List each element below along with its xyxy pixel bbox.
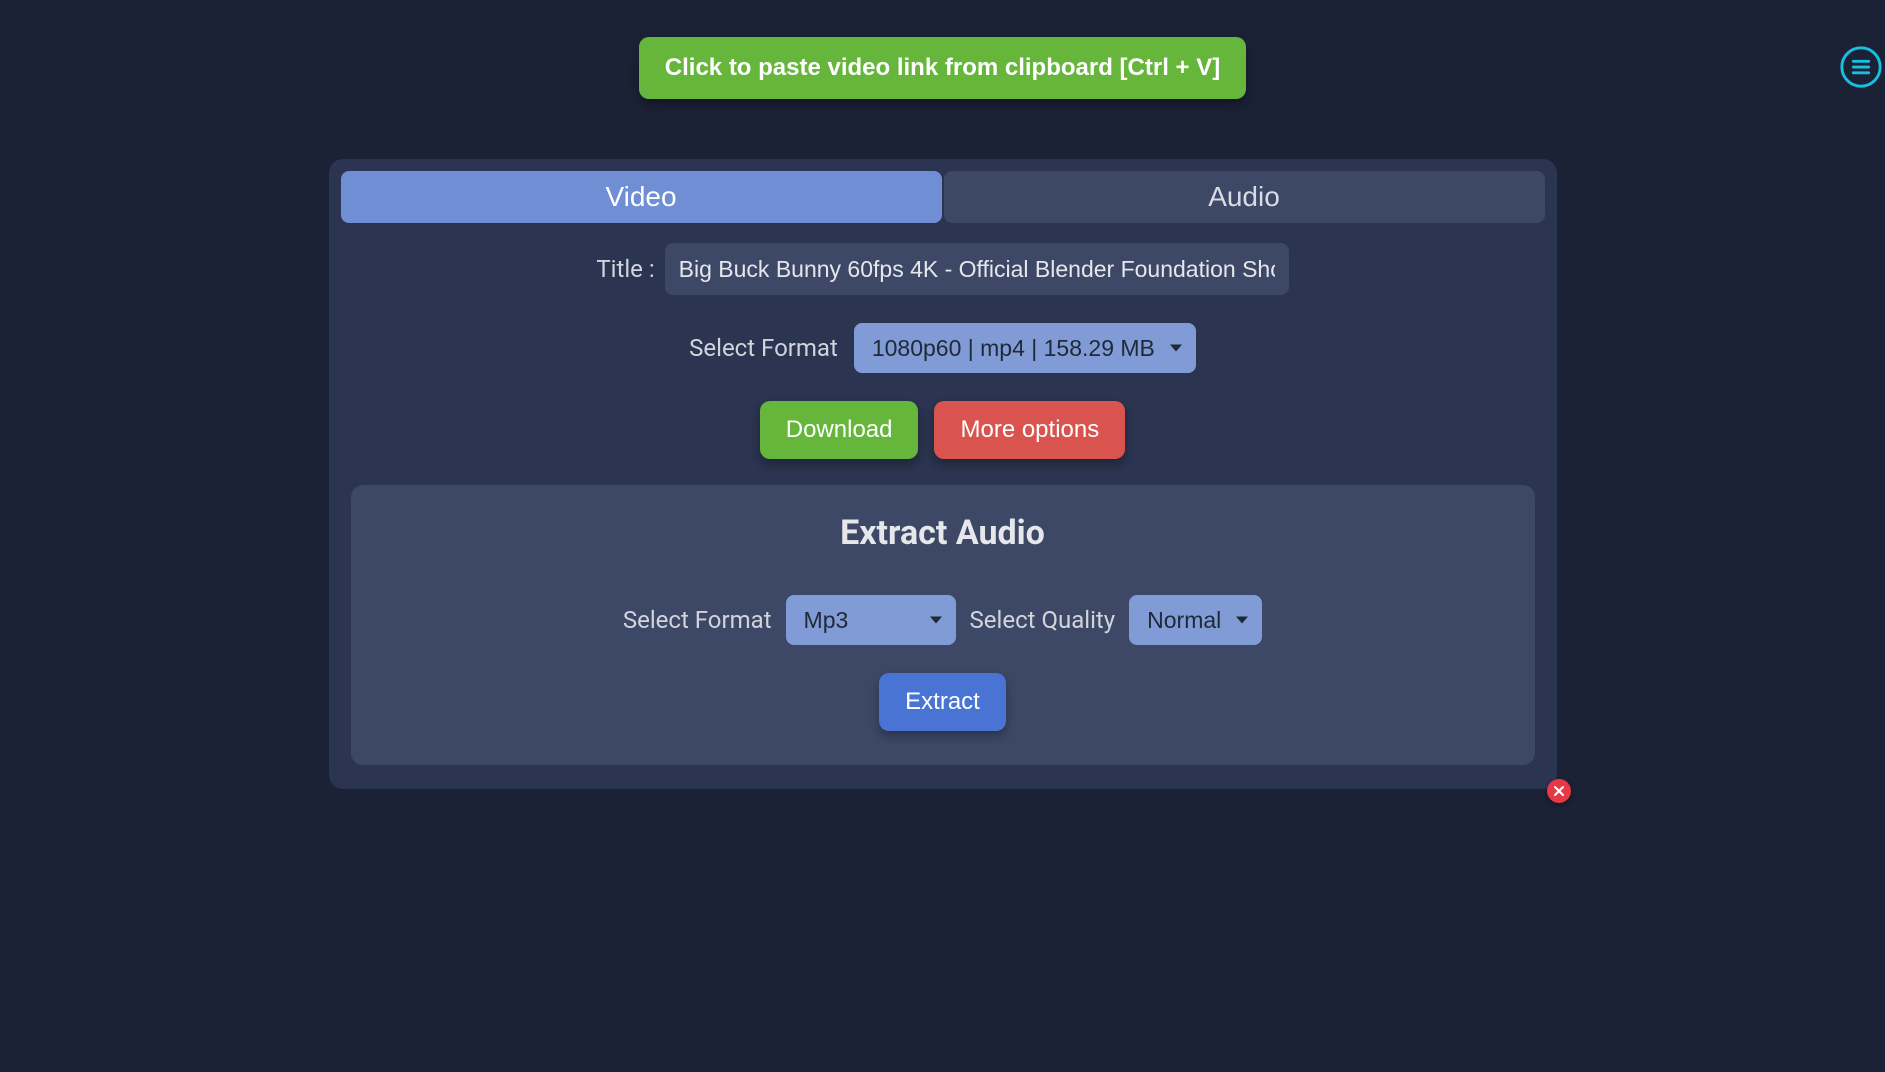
extract-controls: Select Format Mp3 Select Quality Normal xyxy=(371,595,1515,645)
format-label: Select Format xyxy=(689,334,838,362)
extract-quality-label: Select Quality xyxy=(970,606,1116,634)
menu-icon[interactable] xyxy=(1837,43,1885,91)
paste-link-button[interactable]: Click to paste video link from clipboard… xyxy=(639,37,1246,99)
tab-bar: Video Audio xyxy=(341,171,1545,223)
close-icon[interactable] xyxy=(1547,779,1571,803)
extract-quality-select[interactable]: Normal xyxy=(1129,595,1262,645)
tab-video[interactable]: Video xyxy=(341,171,942,223)
tab-audio[interactable]: Audio xyxy=(944,171,1545,223)
download-button[interactable]: Download xyxy=(760,401,919,459)
download-panel: Video Audio Title : Select Format 1080p6… xyxy=(329,159,1557,789)
extract-heading: Extract Audio xyxy=(371,513,1515,553)
title-input[interactable] xyxy=(665,243,1289,295)
format-row: Select Format 1080p60 | mp4 | 158.29 MB xyxy=(341,323,1545,373)
format-select[interactable]: 1080p60 | mp4 | 158.29 MB xyxy=(854,323,1196,373)
action-buttons: Download More options xyxy=(341,401,1545,459)
title-label: Title : xyxy=(596,255,654,283)
more-options-button[interactable]: More options xyxy=(934,401,1125,459)
extract-audio-panel: Extract Audio Select Format Mp3 Select Q… xyxy=(351,485,1535,765)
extract-format-select[interactable]: Mp3 xyxy=(786,595,956,645)
extract-format-label: Select Format xyxy=(623,606,772,634)
extract-button[interactable]: Extract xyxy=(879,673,1006,731)
title-row: Title : xyxy=(341,243,1545,295)
